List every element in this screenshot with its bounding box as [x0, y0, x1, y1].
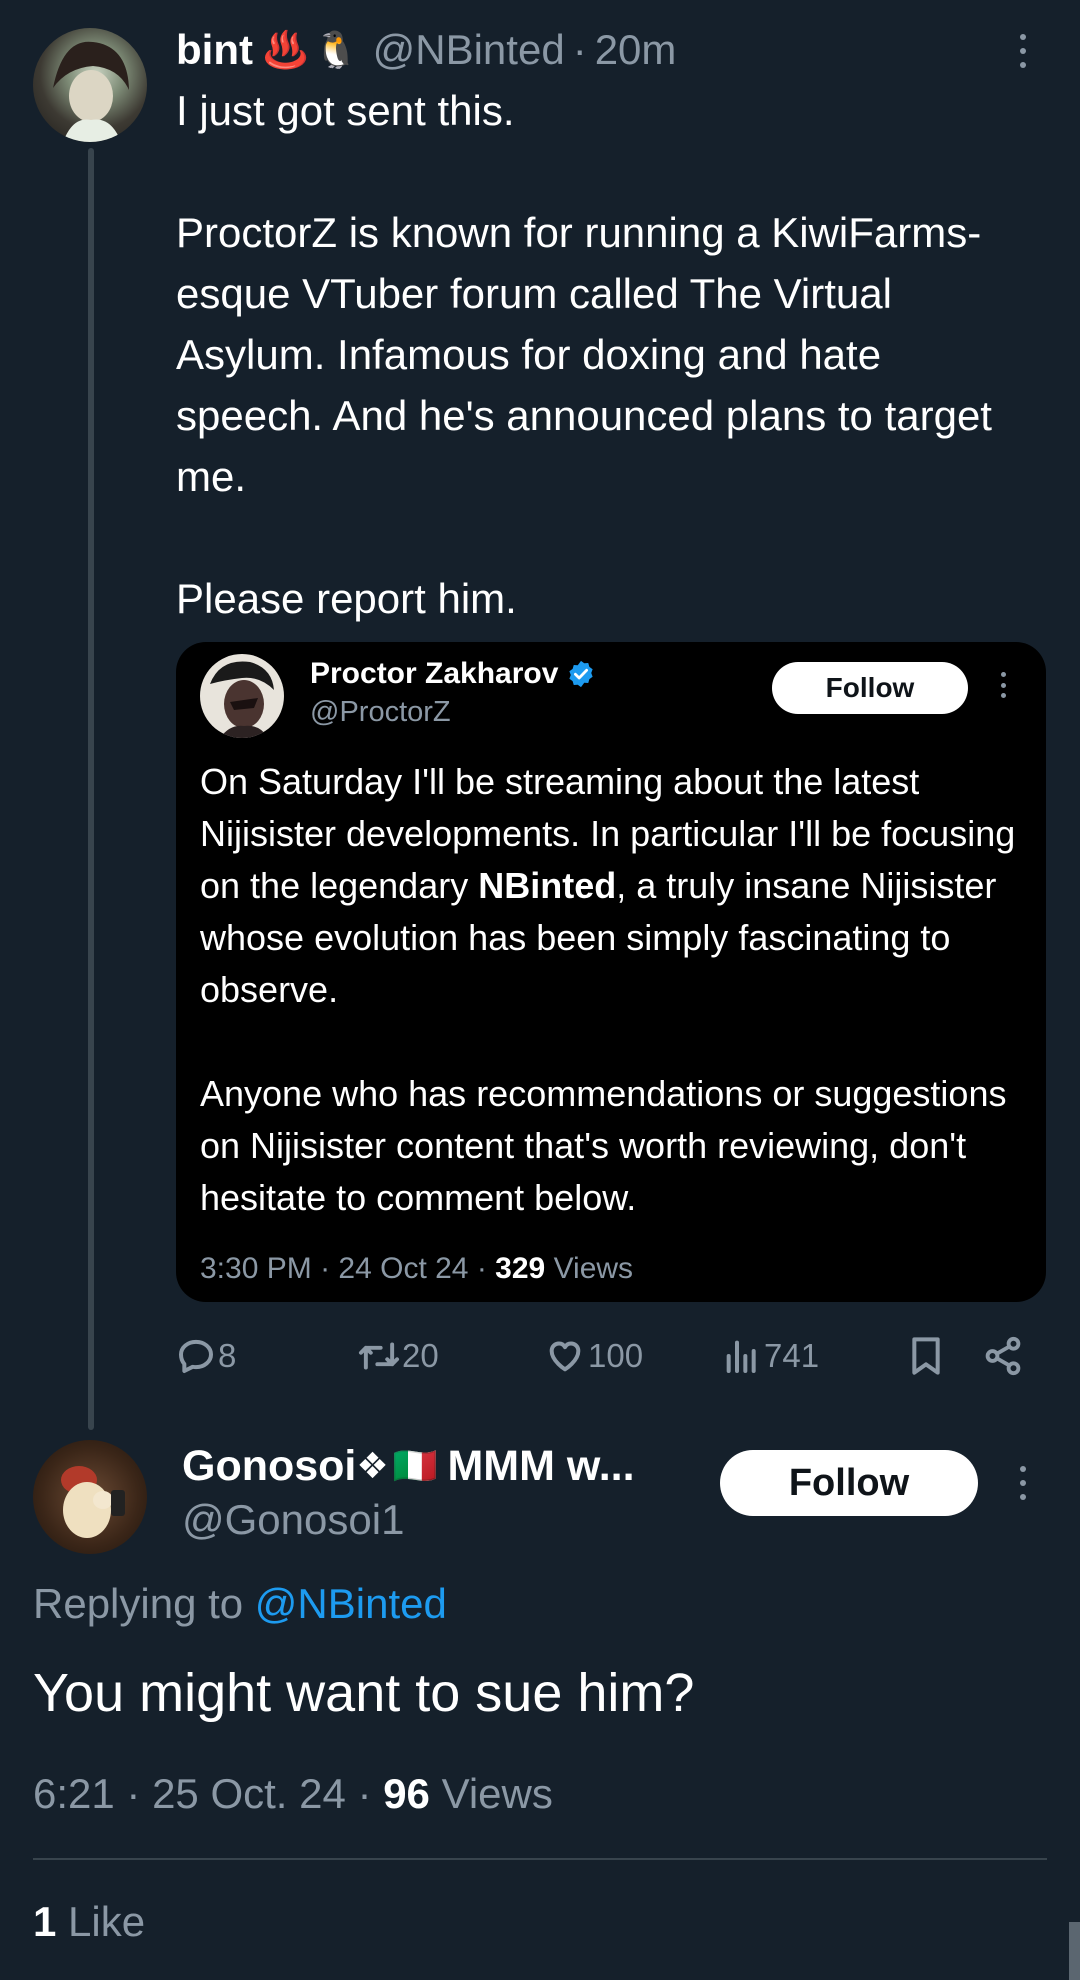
reply-header: Gonosoi ❖ 🇮🇹 MMM w... [182, 1438, 635, 1494]
repost-icon [358, 1342, 400, 1370]
views-icon [726, 1340, 756, 1373]
reply-likes[interactable]: 1 Like [33, 1898, 145, 1946]
tweet-time-ago[interactable]: 20m [595, 26, 677, 74]
quoted-author-avatar[interactable] [200, 654, 284, 738]
author-display-name[interactable]: bint [176, 26, 253, 74]
reply-date: 25 Oct. 24 [152, 1770, 346, 1817]
quoted-author-name-row: Proctor Zakharov [310, 654, 596, 694]
replying-to-handle[interactable]: @NBinted [255, 1580, 447, 1627]
like-icon [549, 1341, 581, 1372]
reply-meta: 6:21 · 25 Oct. 24 · 96 Views [33, 1770, 553, 1817]
repost-count: 20 [402, 1337, 439, 1374]
quoted-author-display-name[interactable]: Proctor Zakharov [310, 657, 558, 691]
quoted-tweet-meta: 3:30 PM · 24 Oct 24 · 329 Views [200, 1252, 634, 1285]
tweet-paragraph: I just got sent this. [176, 87, 515, 134]
reply-likes-count: 1 [33, 1898, 57, 1945]
tweet-header: bint ♨️ 🐧 @NBinted · 20m [176, 22, 676, 78]
divider [33, 1858, 1047, 1860]
like-action[interactable]: 100 [544, 1334, 643, 1378]
share-icon[interactable] [982, 1335, 1024, 1377]
header-separator: · [572, 26, 587, 73]
author-name-emoji-2: 🐧 [313, 29, 359, 70]
reply-text: You might want to sue him? [33, 1663, 695, 1723]
reply-count: 8 [218, 1337, 237, 1374]
quoted-paragraph-1: On Saturday I'll be streaming about the … [200, 761, 1016, 1010]
replying-to: Replying to @NBinted [33, 1580, 447, 1627]
repost-action[interactable]: 20 [356, 1334, 439, 1378]
reply-time: 6:21 [33, 1770, 115, 1817]
reply-name-suffix: MMM w... [447, 1441, 635, 1490]
author-handle[interactable]: @NBinted [373, 26, 565, 74]
author-name-emoji-1: ♨️ [262, 29, 308, 70]
quoted-tweet-card[interactable]: Proctor Zakharov @ProctorZ Follow On Sat… [176, 642, 1046, 1302]
more-vertical-icon[interactable] [1019, 34, 1027, 68]
tweet-body: I just got sent this. ProctorZ is known … [176, 80, 1036, 629]
reply-icon [179, 1339, 213, 1373]
views-count: 741 [764, 1337, 820, 1374]
tweet-paragraph: Please report him. [176, 575, 517, 622]
quoted-tweet-text: On Saturday I'll be streaming about the … [200, 756, 1030, 1224]
reply-more-icon[interactable] [1019, 1466, 1027, 1500]
reply-follow-button[interactable]: Follow [720, 1450, 978, 1516]
verified-badge-icon [569, 660, 594, 688]
reply-action[interactable]: 8 [176, 1334, 236, 1378]
reply-views-count: 96 [383, 1770, 430, 1817]
reply-author-avatar[interactable] [33, 1440, 147, 1554]
views-action[interactable]: 741 [722, 1334, 819, 1378]
quoted-author-handle[interactable]: @ProctorZ [310, 696, 451, 729]
reply-name-emoji-2: 🇮🇹 [392, 1445, 438, 1486]
reply-handle[interactable]: @Gonosoi1 [182, 1496, 404, 1544]
quoted-follow-button[interactable]: Follow [772, 662, 968, 714]
scrollbar[interactable] [1069, 1922, 1080, 1980]
thread-line [88, 148, 94, 1430]
mention-bold: NBinted [478, 865, 617, 906]
reply-display-name[interactable]: Gonosoi [182, 1442, 356, 1491]
quoted-more-icon[interactable] [1000, 672, 1006, 698]
author-avatar[interactable] [33, 28, 147, 142]
like-count: 100 [588, 1337, 644, 1374]
tweet-paragraph: ProctorZ is known for running a KiwiFarm… [176, 209, 992, 500]
bookmark-icon[interactable] [906, 1334, 946, 1378]
reply-name-emoji-1: ❖ [356, 1445, 389, 1486]
quoted-paragraph-2: Anyone who has recommendations or sugges… [200, 1073, 1007, 1218]
